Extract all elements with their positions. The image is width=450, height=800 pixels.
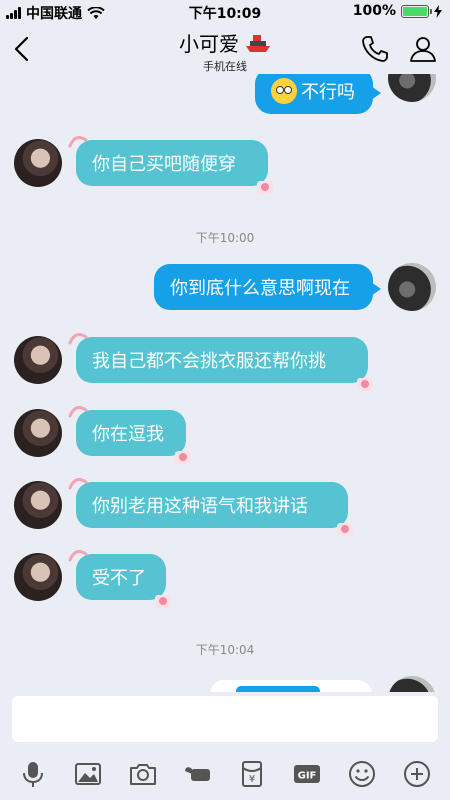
message-text: 你到底什么意思啊现在 (170, 278, 350, 299)
camera-button[interactable] (126, 757, 160, 791)
flower-icon (175, 451, 191, 464)
red-packet-button[interactable]: ¥ (235, 757, 269, 791)
message-input[interactable] (12, 696, 438, 742)
ribbon-icon (68, 550, 88, 562)
camera-icon (129, 764, 156, 785)
message-text: 受不了 (92, 568, 146, 589)
profile-icon[interactable] (408, 34, 438, 64)
contact-avatar[interactable] (14, 481, 62, 529)
input-bar (0, 692, 450, 748)
gif-label: GIF (298, 771, 317, 782)
more-button[interactable] (400, 757, 434, 791)
contact-name: 小可爱 (179, 32, 239, 56)
my-avatar[interactable] (388, 676, 436, 692)
flower-icon (155, 595, 171, 608)
message-timestamp: 下午10:04 (195, 643, 255, 657)
message-bubble-incoming[interactable]: 你自己买吧随便穿 (68, 136, 273, 194)
emoji-icon (271, 78, 297, 104)
flower-icon (337, 523, 353, 536)
phone-icon[interactable] (360, 34, 390, 64)
voice-button[interactable] (16, 757, 50, 791)
ribbon-icon (68, 136, 88, 148)
message-bubble-outgoing[interactable]: 你到底什么意思啊现在 (154, 264, 381, 310)
message-text: 我自己都不会挑衣服还帮你挑 (92, 351, 326, 372)
charging-icon (434, 4, 442, 18)
smiley-icon (348, 761, 375, 787)
hand-poke-icon (184, 767, 210, 781)
emoji-button[interactable] (345, 757, 379, 791)
red-packet-label: ¥ (249, 774, 255, 785)
message-list[interactable]: 不行吗 你自己买吧随便穿 下午10:00 你到底什么意思啊现在 我自己都不会挑衣… (0, 74, 450, 692)
message-bubble-incoming[interactable]: 你别老用这种语气和我讲话 (68, 478, 353, 536)
microphone-icon (23, 762, 44, 787)
contact-avatar[interactable] (14, 336, 62, 384)
battery-icon (401, 4, 432, 18)
battery-percent: 100% (352, 3, 396, 19)
ribbon-icon (68, 478, 88, 490)
contact-name-row: 小可爱 (179, 28, 271, 57)
red-packet-icon: ¥ (242, 761, 263, 787)
message-text: 你自己买吧随便穿 (92, 154, 236, 175)
my-avatar[interactable] (388, 263, 436, 311)
gif-icon: GIF (294, 765, 321, 783)
contact-avatar[interactable] (14, 409, 62, 457)
ribbon-icon (68, 406, 88, 418)
plus-icon (403, 761, 430, 787)
flower-icon (357, 378, 373, 391)
gif-button[interactable]: GIF (290, 757, 324, 791)
message-timestamp: 下午10:00 (195, 231, 255, 245)
chat-header: 小可爱 手机在线 (0, 24, 450, 74)
input-toolbar: ¥ GIF (0, 748, 450, 800)
message-text: 你在逗我 (92, 424, 164, 445)
message-bubble-outgoing[interactable]: 不行吗 (255, 74, 381, 114)
ship-icon (246, 34, 270, 52)
message-bubble-incoming[interactable]: 你在逗我 (68, 406, 191, 464)
message-bubble-incoming[interactable]: 受不了 (68, 550, 171, 608)
contact-avatar[interactable] (14, 553, 62, 601)
message-bubble-outgoing-partial[interactable] (210, 680, 372, 692)
image-button[interactable] (71, 757, 105, 791)
picture-icon (75, 763, 102, 785)
ribbon-icon (68, 333, 88, 345)
poke-button[interactable] (181, 757, 215, 791)
status-bar: 中国联通 下午10:09 100% (0, 0, 450, 24)
message-text: 不行吗 (301, 82, 355, 103)
message-bubble-incoming[interactable]: 我自己都不会挑衣服还帮你挑 (68, 333, 373, 391)
my-avatar[interactable] (388, 74, 436, 102)
status-right: 100% (353, 3, 442, 19)
contact-avatar[interactable] (14, 139, 62, 187)
message-text: 你别老用这种语气和我讲话 (92, 496, 308, 517)
flower-icon (257, 181, 273, 194)
